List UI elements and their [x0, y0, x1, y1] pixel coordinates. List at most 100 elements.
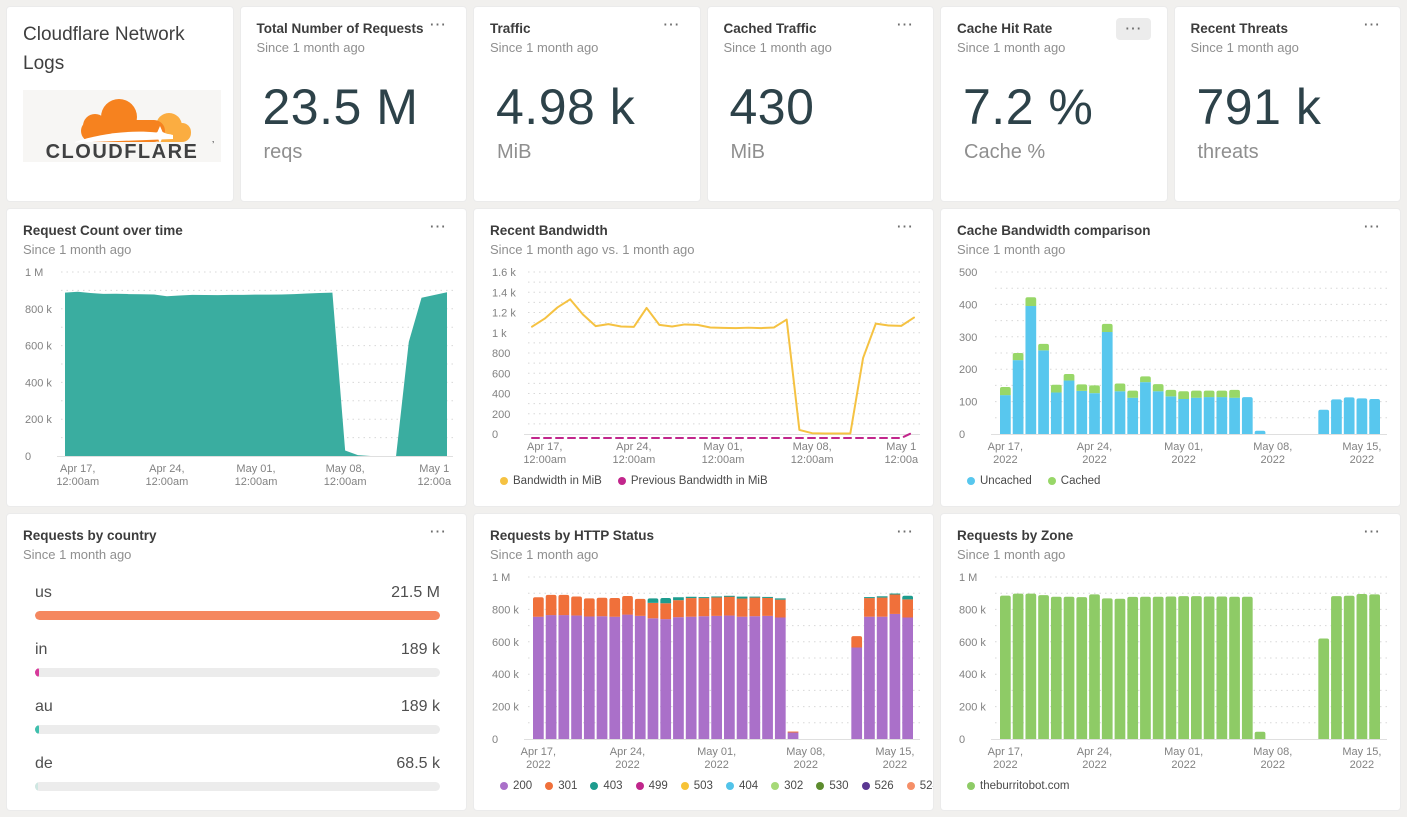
legend-item[interactable]: Bandwidth in MiB — [500, 475, 602, 487]
country-bar-track[interactable] — [35, 781, 440, 791]
svg-text:12:00a: 12:00a — [884, 454, 919, 466]
legend-item[interactable]: 524 — [906, 779, 933, 792]
legend-label: 524 — [919, 779, 933, 792]
svg-text:2022: 2022 — [1261, 454, 1285, 466]
brand-mark: ’ — [212, 140, 214, 151]
legend-item[interactable]: Cached — [1047, 475, 1100, 487]
svg-text:1.2 k: 1.2 k — [492, 308, 516, 320]
panel-requests-by-http-status: Requests by HTTP Status Since 1 month ag… — [473, 512, 934, 811]
cache-bandwidth-legend: Uncached Cached — [957, 475, 1384, 487]
more-menu-icon[interactable]: ⋯ — [425, 16, 450, 33]
svg-text:12:00am: 12:00am — [791, 454, 834, 466]
card-subtitle: Since 1 month ago — [23, 242, 132, 257]
stat-card-cached-traffic: Cached Traffic Since 1 month ago ⋯ 430 M… — [706, 6, 934, 202]
country-row-au: au 189 k — [23, 698, 450, 734]
svg-text:1 M: 1 M — [959, 572, 977, 584]
dashboard: Cloudflare Network Logs CLOUDFLARE ’ Tot… — [0, 0, 1407, 817]
svg-text:May 1: May 1 — [419, 463, 449, 475]
more-menu-icon[interactable]: ⋯ — [1359, 523, 1384, 540]
svg-text:Apr 17,: Apr 17, — [527, 441, 562, 453]
svg-text:200: 200 — [959, 364, 977, 376]
card-title: Requests by country — [23, 527, 157, 543]
svg-text:2022: 2022 — [526, 759, 550, 771]
svg-text:Apr 24,: Apr 24, — [149, 463, 184, 475]
http-status-chart[interactable]: 0200 k400 k600 k800 k1 MApr 17,2022Apr 2… — [490, 565, 920, 777]
legend-label: 530 — [829, 779, 849, 792]
svg-text:200 k: 200 k — [25, 414, 52, 426]
cache-bandwidth-chart[interactable]: 0100200300400500Apr 17,2022Apr 24,2022Ma… — [957, 260, 1387, 472]
card-subtitle: Since 1 month ago vs. 1 month ago — [490, 242, 695, 257]
legend-dot-icon — [816, 781, 825, 790]
svg-text:2022: 2022 — [704, 759, 728, 771]
stat-unit: MiB — [730, 141, 765, 163]
request-count-chart[interactable]: 0200 k400 k600 k800 k1 MApr 17,12:00amAp… — [23, 260, 453, 494]
legend-dot-icon — [500, 477, 508, 485]
legend-item[interactable]: Uncached — [967, 475, 1032, 487]
legend-item[interactable]: 200 — [500, 780, 532, 792]
panel-recent-bandwidth: Recent Bandwidth Since 1 month ago vs. 1… — [473, 208, 934, 507]
svg-text:12:00a: 12:00a — [417, 476, 452, 488]
svg-text:Apr 17,: Apr 17, — [988, 746, 1023, 758]
legend-dot-icon — [617, 477, 626, 485]
bandwidth-legend: Bandwidth in MiB Previous Bandwidth in Mi… — [490, 475, 917, 487]
more-menu-icon[interactable]: ⋯ — [659, 16, 684, 33]
card-title: Traffic — [490, 21, 531, 36]
country-row-in: in 189 k — [23, 641, 450, 677]
svg-text:May 15,: May 15, — [875, 746, 914, 758]
panel-cache-bandwidth: Cache Bandwidth comparison Since 1 month… — [940, 208, 1401, 507]
legend-item[interactable]: theburritobot.com — [967, 780, 1070, 792]
legend-item[interactable]: Previous Bandwidth in MiB — [617, 475, 768, 487]
card-title: Recent Threats — [1190, 21, 1289, 36]
country-bar-track[interactable] — [35, 724, 440, 734]
more-menu-icon[interactable]: ⋯ — [1359, 16, 1384, 33]
svg-text:100: 100 — [959, 397, 977, 409]
card-subtitle: Since 1 month ago — [23, 546, 132, 562]
svg-text:Apr 17,: Apr 17, — [521, 746, 556, 758]
svg-text:12:00am: 12:00am — [235, 476, 278, 488]
more-menu-icon[interactable]: ⋯ — [1359, 218, 1384, 235]
http-status-legend: 200 301 403 499 503 404 302 530 526 524 — [490, 779, 933, 792]
svg-text:May 08,: May 08, — [786, 746, 825, 758]
country-bar-track[interactable] — [35, 610, 440, 620]
svg-text:Apr 24,: Apr 24, — [610, 746, 645, 758]
legend-item[interactable]: 301 — [545, 780, 577, 792]
more-menu-icon[interactable]: ⋯ — [425, 218, 450, 235]
country-value: 21.5 M — [391, 583, 440, 601]
svg-text:1.4 k: 1.4 k — [492, 287, 516, 299]
legend-label: 499 — [648, 779, 668, 792]
stat-unit: reqs — [263, 141, 303, 163]
legend-item[interactable]: 503 — [680, 780, 713, 792]
dashboard-title: Cloudflare Network Logs — [23, 24, 185, 74]
legend-item[interactable]: 404 — [725, 780, 758, 792]
bandwidth-chart[interactable]: 02004006008001 k1.2 k1.4 k1.6 kApr 17,12… — [490, 260, 920, 472]
more-menu-icon[interactable]: ⋯ — [892, 523, 917, 540]
card-subtitle: Since 1 month ago — [957, 40, 1066, 55]
legend-item[interactable]: 403 — [590, 780, 623, 792]
more-menu-icon[interactable]: ⋯ — [892, 16, 917, 33]
legend-label: 200 — [513, 779, 533, 792]
svg-text:1 M: 1 M — [492, 572, 510, 584]
more-menu-icon[interactable]: ⋯ — [425, 523, 450, 540]
svg-text:600: 600 — [492, 368, 510, 380]
more-menu-icon[interactable]: ⋯ — [892, 218, 917, 235]
card-subtitle: Since 1 month ago — [256, 40, 365, 55]
legend-item[interactable]: 499 — [635, 779, 668, 792]
legend-label: Uncached — [980, 475, 1032, 487]
cloudflare-logo: CLOUDFLARE ’ — [23, 90, 221, 162]
svg-text:200: 200 — [492, 409, 510, 421]
legend-item[interactable]: 530 — [816, 779, 849, 792]
more-menu-icon[interactable]: ⋯ — [1115, 18, 1151, 40]
svg-text:0: 0 — [492, 734, 498, 746]
svg-text:400: 400 — [492, 389, 510, 401]
legend-item[interactable]: 526 — [861, 780, 894, 792]
svg-text:2022: 2022 — [1350, 759, 1374, 771]
svg-text:12:00am: 12:00am — [702, 454, 745, 466]
zone-chart[interactable]: 0200 k400 k600 k800 k1 MApr 17,2022Apr 2… — [957, 565, 1387, 777]
svg-text:May 01,: May 01, — [236, 463, 275, 475]
stat-unit: threats — [1197, 141, 1259, 163]
svg-text:2022: 2022 — [1350, 454, 1374, 466]
legend-item[interactable]: 302 — [771, 780, 803, 792]
country-value: 189 k — [400, 697, 440, 715]
svg-text:500: 500 — [959, 267, 977, 279]
country-bar-track[interactable] — [35, 667, 440, 677]
